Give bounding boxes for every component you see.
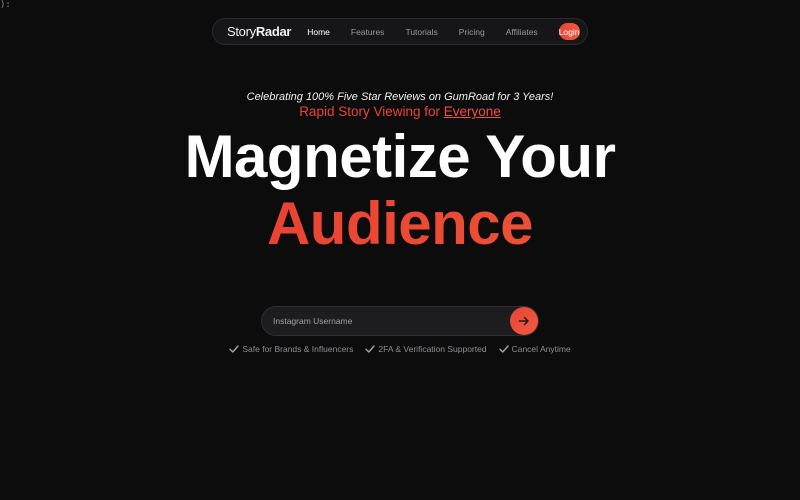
feature-item: 2FA & Verification Supported [365,344,487,354]
stray-text: ): [0,0,11,10]
check-icon [229,345,240,353]
feature-label: Safe for Brands & Influencers [242,344,354,354]
hero-tagline: Celebrating 100% Five Star Reviews on Gu… [246,91,554,103]
logo-part-radar: Radar [255,24,292,39]
storyradar-logo[interactable]: Story Radar [227,24,292,39]
nav-link-home[interactable]: Home [307,27,330,37]
feature-item: Cancel Anytime [498,344,571,354]
nav-link-affiliates[interactable]: Affiliates [506,27,538,37]
submit-button[interactable] [510,307,538,335]
headline-line-2: Audience [0,189,800,259]
check-icon [498,345,509,353]
feature-label: 2FA & Verification Supported [378,344,487,354]
hero-subtitle: Rapid Story Viewing for Everyone [0,104,800,119]
nav-link-features[interactable]: Features [351,27,385,37]
feature-item: Safe for Brands & Influencers [229,344,353,354]
feature-list: Safe for Brands & Influencers 2FA & Veri… [0,344,800,354]
hero-subtitle-prefix: Rapid Story Viewing for [299,104,444,119]
arrow-right-icon [518,316,529,326]
nav-link-tutorials[interactable]: Tutorials [405,27,437,37]
logo-part-story: Story [227,24,256,39]
headline-line-1: Magnetize Your [184,123,616,190]
top-nav: Story Radar Home Features Tutorials Prici… [212,18,588,45]
check-icon [365,345,376,353]
nav-link-pricing[interactable]: Pricing [459,27,485,37]
login-button[interactable]: Login [558,23,580,40]
everyone-link[interactable]: Everyone [444,104,501,119]
instagram-username-input[interactable] [273,316,510,326]
username-search-bar [261,306,539,336]
feature-label: Cancel Anytime [511,344,571,354]
